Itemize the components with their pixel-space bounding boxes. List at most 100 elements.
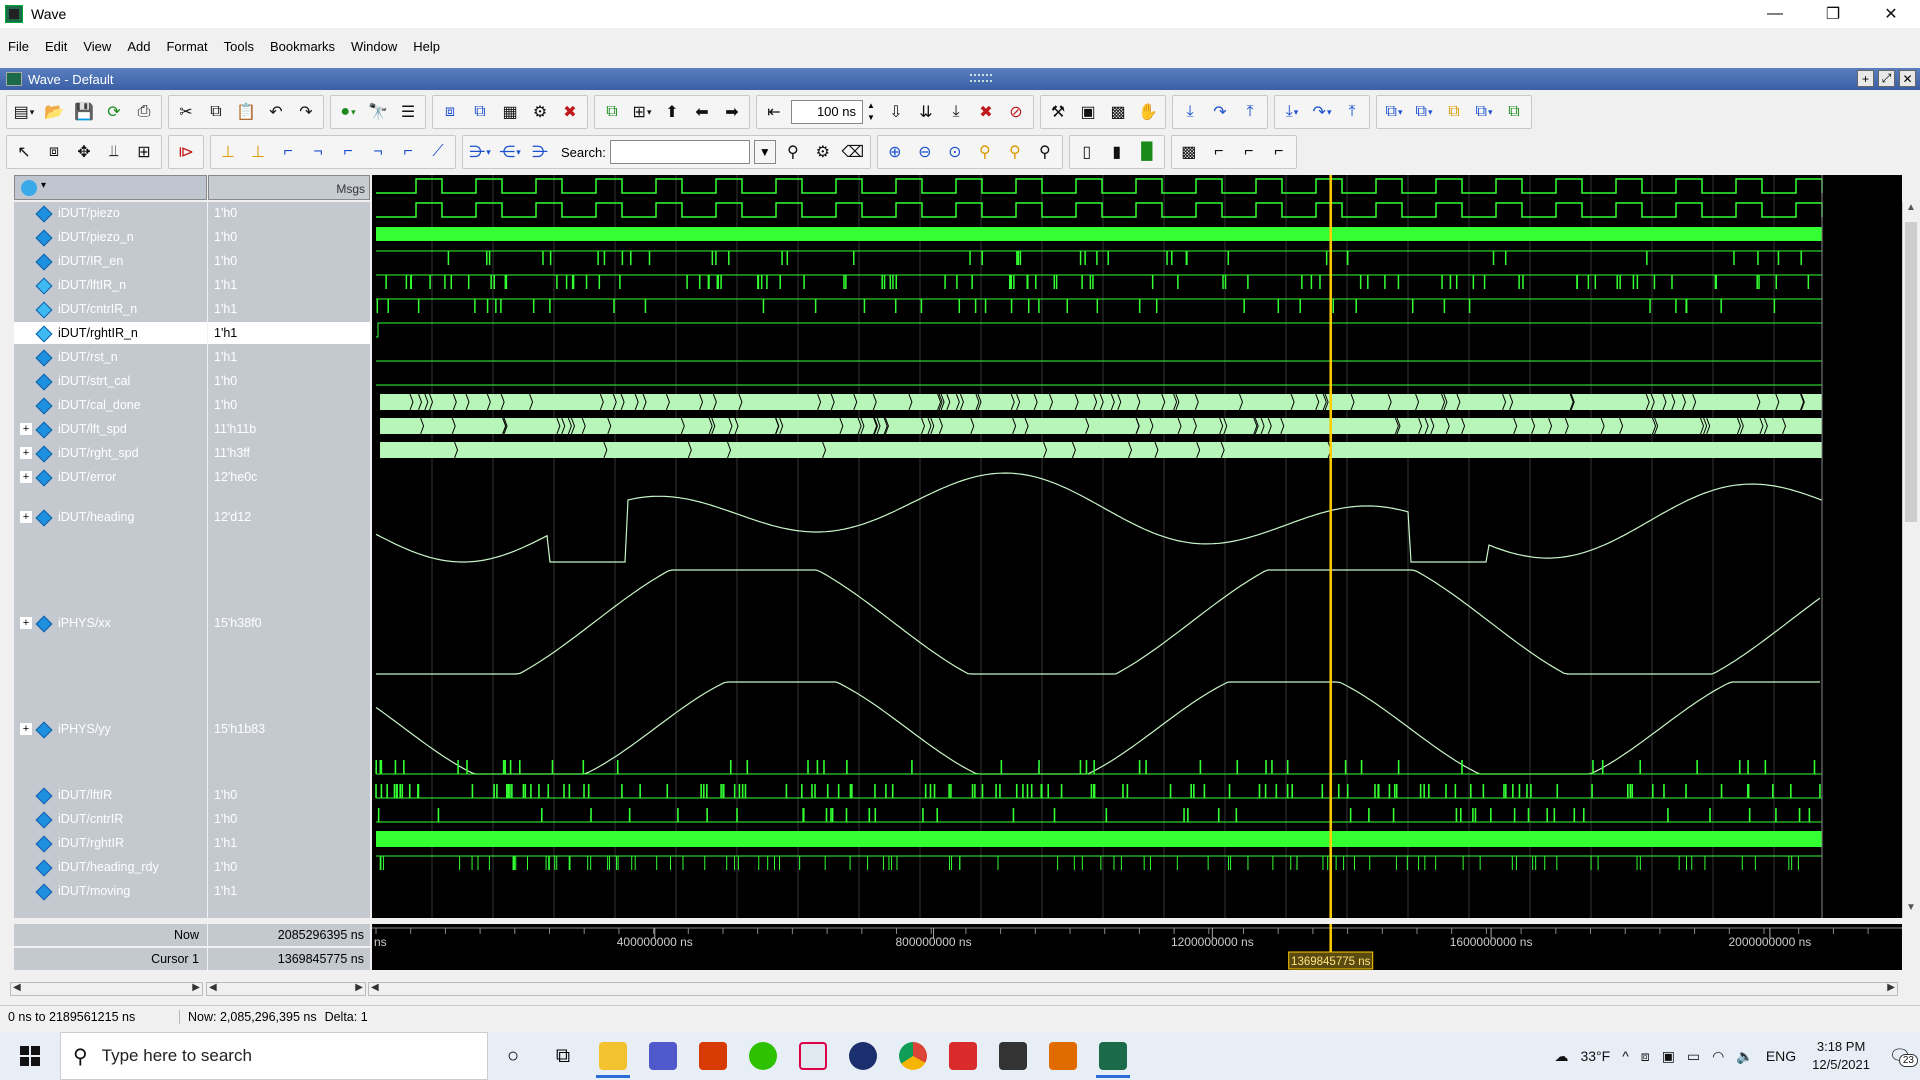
menu-tools[interactable]: Tools xyxy=(216,39,262,54)
zoom-cursor-icon[interactable]: ⚲ xyxy=(972,139,998,165)
zoom-in-icon[interactable]: ⊕ xyxy=(882,139,908,165)
signal-value[interactable]: 1'h0 xyxy=(208,226,370,248)
modelsim-icon[interactable] xyxy=(1088,1032,1138,1080)
save-icon[interactable]: 💾 xyxy=(71,99,97,125)
wps-icon[interactable] xyxy=(938,1032,988,1080)
up-arrow-icon[interactable]: ⬆ xyxy=(659,99,685,125)
break-icon[interactable]: ⚙ xyxy=(527,99,553,125)
undock-button[interactable]: ⤢ xyxy=(1878,70,1895,87)
signal-value[interactable]: 1'h0 xyxy=(208,394,370,416)
signal-row[interactable]: iDUT/piezo_n xyxy=(14,226,207,248)
forward-arrow-icon[interactable]: ➡ xyxy=(719,99,745,125)
signal-row[interactable]: iDUT/rghtIR_n xyxy=(14,322,207,344)
insert-cursor-icon[interactable]: ⧐ xyxy=(173,139,199,165)
signal-row[interactable]: iDUT/cal_done xyxy=(14,394,207,416)
terminal-app-icon[interactable] xyxy=(988,1032,1038,1080)
close-pane-button[interactable]: ✕ xyxy=(1899,70,1916,87)
hand-icon[interactable]: ✋ xyxy=(1135,99,1161,125)
minimize-button[interactable]: — xyxy=(1746,0,1804,28)
office-icon[interactable] xyxy=(688,1032,738,1080)
name-hscroll[interactable]: ◀ ▶ xyxy=(10,982,203,996)
tray-chevron-icon[interactable]: ^ xyxy=(1622,1048,1629,1064)
layout5-icon[interactable]: ⧉ xyxy=(1501,99,1527,125)
wechat-icon[interactable] xyxy=(738,1032,788,1080)
signal-value[interactable]: 15'h1b83 xyxy=(208,718,370,740)
edge-next-icon[interactable]: ¬ xyxy=(365,139,391,165)
start-button[interactable] xyxy=(0,1032,60,1080)
signal-value[interactable]: 1'h0 xyxy=(208,250,370,272)
simulate-icon[interactable]: ▦ xyxy=(497,99,523,125)
run-all-icon[interactable]: ⤓ xyxy=(943,99,969,125)
task-view-icon[interactable]: ⧉ xyxy=(538,1032,588,1080)
search-options-icon[interactable]: ⚙ xyxy=(810,139,836,165)
signal-value[interactable]: 1'h0 xyxy=(208,784,370,806)
expand-icon[interactable]: + xyxy=(20,471,32,483)
signal-row[interactable]: iDUT/heading_rdy xyxy=(14,856,207,878)
debug-icon[interactable]: ⚒ xyxy=(1045,99,1071,125)
step-out-icon[interactable]: ⤒ xyxy=(1237,99,1263,125)
run-icon[interactable]: ⇩ xyxy=(883,99,909,125)
undo-icon[interactable]: ↶ xyxy=(263,99,289,125)
zoom-full-icon[interactable]: ⊙ xyxy=(942,139,968,165)
signal-value[interactable]: 1'h0 xyxy=(208,370,370,392)
expand-icon[interactable]: + xyxy=(20,447,32,459)
wave-misc-2-icon[interactable]: ⌐ xyxy=(1206,139,1232,165)
signal-value[interactable]: 1'h0 xyxy=(208,808,370,830)
scroll-right-icon[interactable]: ▶ xyxy=(1887,982,1895,993)
waveform-canvas[interactable] xyxy=(372,175,1902,918)
expand-icon[interactable]: + xyxy=(20,617,32,629)
expand-icon[interactable]: + xyxy=(20,723,32,735)
format-icon[interactable]: ☰ xyxy=(395,99,421,125)
drag-grip-icon[interactable] xyxy=(970,74,992,82)
timeline-svg[interactable]: ns 400000000 ns 800000000 ns 1200000000 ns 1… xyxy=(372,924,1904,970)
profile-icon[interactable]: ▩ xyxy=(1105,99,1131,125)
menu-help[interactable]: Help xyxy=(405,39,448,54)
signal-row[interactable]: iDUT/moving xyxy=(14,880,207,902)
wave-misc-3-icon[interactable]: ⌐ xyxy=(1236,139,1262,165)
teams-icon[interactable] xyxy=(638,1032,688,1080)
scroll-left-icon[interactable]: ◀ xyxy=(209,982,217,993)
signal-name-header[interactable] xyxy=(14,175,207,200)
signal-value[interactable]: 11'h11b xyxy=(208,418,370,440)
vpn-icon[interactable] xyxy=(838,1032,888,1080)
layout4-icon[interactable]: ⧉ xyxy=(1471,99,1497,125)
copy-icon[interactable]: ⧉ xyxy=(203,99,229,125)
search-input[interactable] xyxy=(609,140,750,164)
signal-value[interactable]: 1'h1 xyxy=(208,298,370,320)
step-into-dropdown-icon[interactable]: ⤓ xyxy=(1279,99,1305,125)
run-length-spinner[interactable]: ▲ ▼ xyxy=(867,100,879,124)
signal-value[interactable]: 1'h0 xyxy=(208,856,370,878)
continue-icon[interactable]: ⇊ xyxy=(913,99,939,125)
tray-app2-icon[interactable]: ▣ xyxy=(1662,1048,1675,1065)
new-file-icon[interactable]: ▤ xyxy=(11,99,37,125)
signal-row[interactable]: + iDUT/lft_spd xyxy=(14,418,207,440)
value-hscroll[interactable]: ◀ ▶ xyxy=(206,982,366,996)
dataflow-icon[interactable]: ⊞ xyxy=(629,99,655,125)
signal-row[interactable]: iDUT/lftIR_n xyxy=(14,274,207,296)
wave-view-3-icon[interactable]: █ xyxy=(1134,139,1160,165)
scroll-down-icon[interactable]: ▼ xyxy=(1903,902,1919,918)
restart-icon[interactable]: ⧉ xyxy=(599,99,625,125)
menu-format[interactable]: Format xyxy=(158,39,215,54)
compile-icon[interactable]: ⧈ xyxy=(437,99,463,125)
scroll-left-icon[interactable]: ◀ xyxy=(13,982,21,993)
wave-view-2-icon[interactable]: ▮ xyxy=(1104,139,1130,165)
signal-value[interactable]: 1'h1 xyxy=(208,880,370,902)
edge-prev-icon[interactable]: ⊥ xyxy=(245,139,271,165)
wave-misc-4-icon[interactable]: ⌐ xyxy=(1266,139,1292,165)
layout-icon[interactable]: ⧉ xyxy=(1381,99,1407,125)
step-over-icon[interactable]: ↷ xyxy=(1207,99,1233,125)
find-next-icon[interactable]: ⋲ xyxy=(497,139,523,165)
edit-mode-icon[interactable]: ⫫ xyxy=(101,139,127,165)
stop-sim-icon[interactable]: ✖ xyxy=(557,99,583,125)
open-folder-icon[interactable]: 📂 xyxy=(41,99,67,125)
signal-row[interactable]: iDUT/rghtIR xyxy=(14,832,207,854)
notification-button[interactable]: 🗨 23 xyxy=(1880,1032,1920,1080)
menu-file[interactable]: File xyxy=(0,39,37,54)
menu-bookmarks[interactable]: Bookmarks xyxy=(262,39,343,54)
find-dataflow-icon[interactable]: ⋺ xyxy=(527,139,553,165)
signal-row[interactable]: iDUT/cntrIR xyxy=(14,808,207,830)
taskbar-search[interactable]: ⚲ Type here to search xyxy=(60,1032,488,1080)
signal-row[interactable]: iDUT/cntrIR_n xyxy=(14,298,207,320)
signal-value[interactable]: 12'he0c xyxy=(208,466,370,488)
